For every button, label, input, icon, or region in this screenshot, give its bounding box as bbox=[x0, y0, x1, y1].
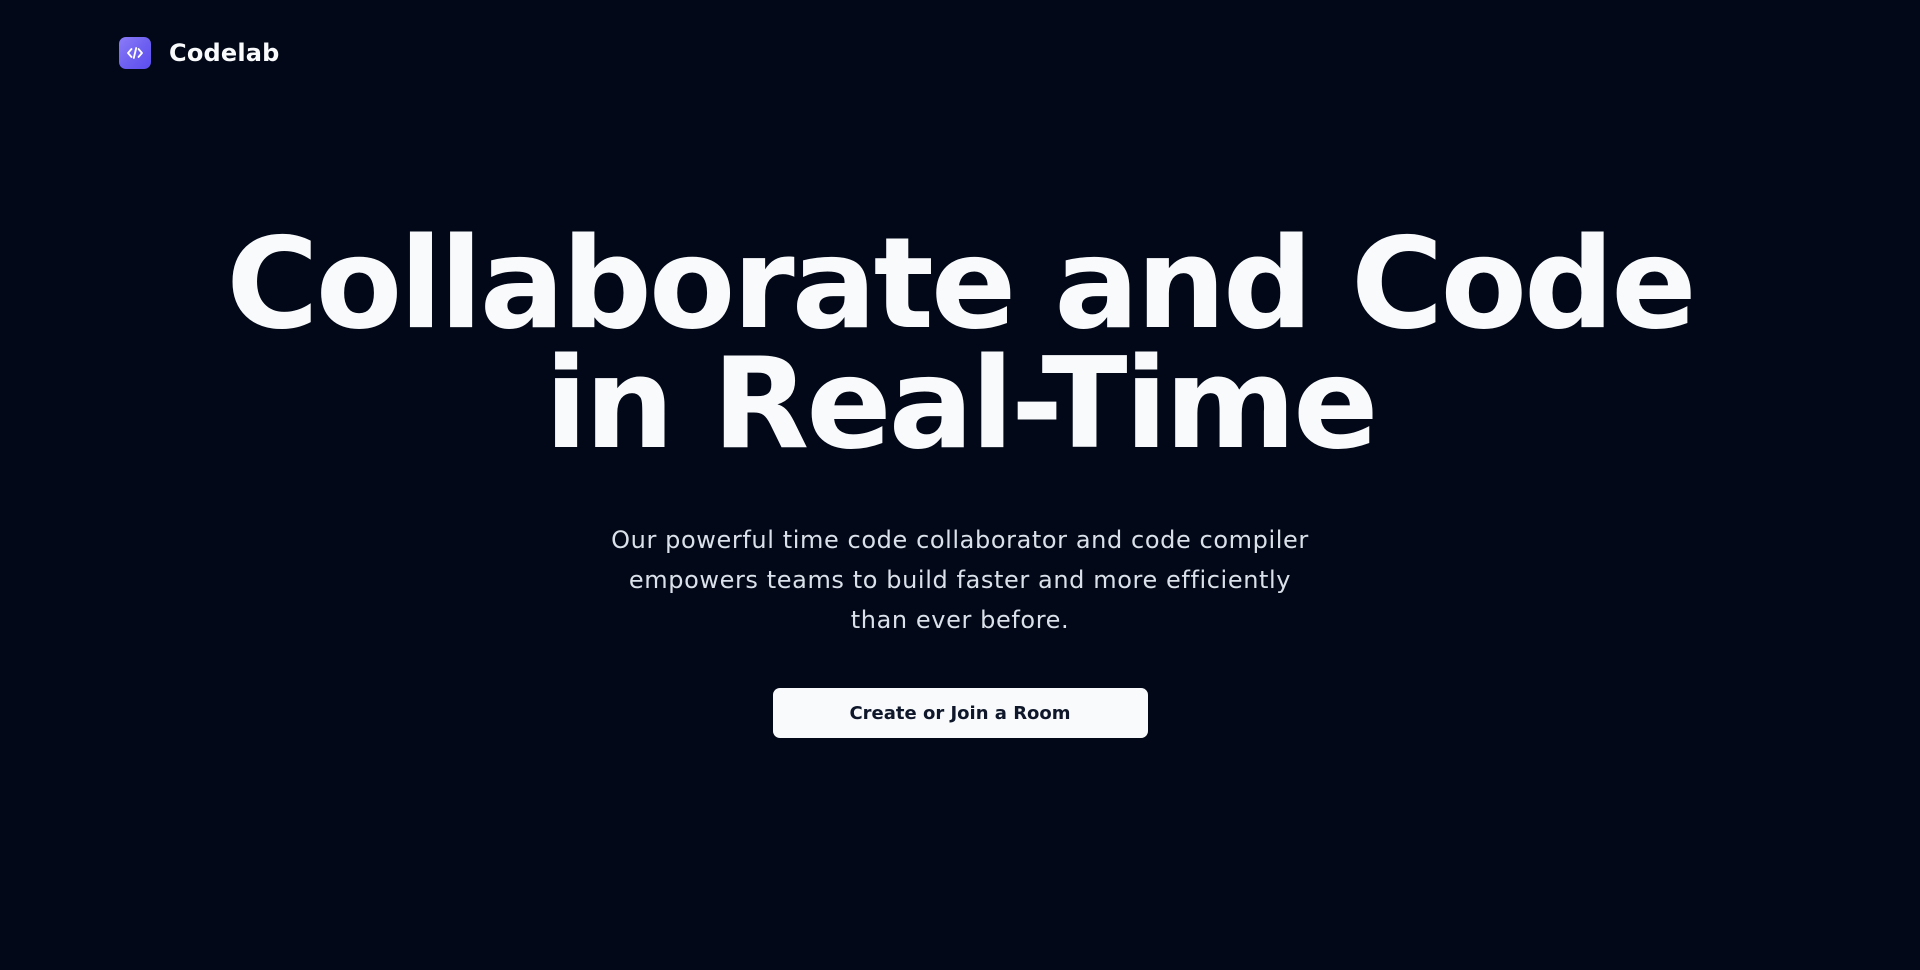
navbar: Codelab bbox=[119, 37, 280, 69]
hero-headline: Collaborate and Code in Real-Time bbox=[0, 210, 1920, 477]
cta-container: Create or Join a Room bbox=[0, 688, 1920, 738]
headline-line-2: in Real-Time bbox=[544, 330, 1378, 477]
code-brackets-icon bbox=[127, 47, 143, 59]
hero-section: Collaborate and Code in Real-Time Our po… bbox=[0, 210, 1920, 738]
landing-page: Codelab Collaborate and Code in Real-Tim… bbox=[0, 0, 1920, 970]
brand-name[interactable]: Codelab bbox=[169, 39, 280, 67]
headline-line-1: Collaborate and Code bbox=[226, 210, 1696, 357]
hero-subtitle: Our powerful time code collaborator and … bbox=[611, 526, 1309, 634]
create-or-join-room-button[interactable]: Create or Join a Room bbox=[772, 688, 1148, 738]
logo[interactable] bbox=[119, 37, 151, 69]
